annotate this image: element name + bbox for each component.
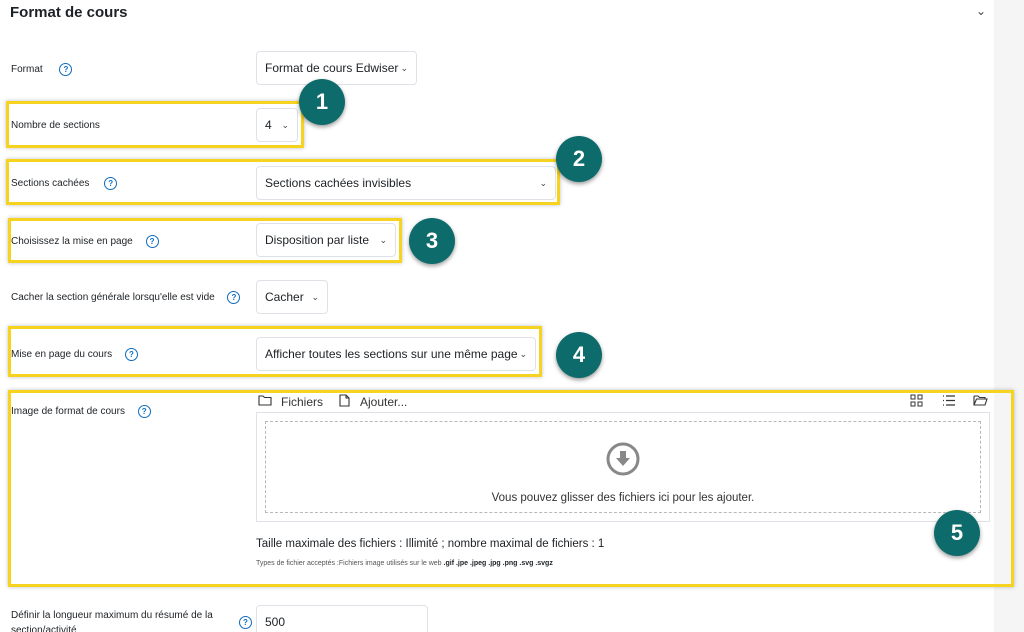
- hide-general-label-text: Cacher la section générale lorsqu'elle e…: [11, 292, 215, 304]
- highlight-frame: [8, 218, 402, 263]
- section-title: Format de cours: [10, 4, 128, 21]
- step-badge-1: 1: [299, 79, 345, 125]
- summary-length-input[interactable]: 500: [256, 605, 428, 632]
- format-select[interactable]: Format de cours Edwiser ⌄: [256, 51, 417, 85]
- highlight-frame: [6, 159, 560, 205]
- highlight-frame: [6, 101, 304, 148]
- format-select-value: Format de cours Edwiser: [265, 61, 399, 75]
- help-icon[interactable]: ?: [239, 616, 252, 629]
- step-badge-5: 5: [934, 510, 980, 556]
- chevron-down-icon: ⌄: [311, 292, 319, 302]
- summary-length-label: Définir la longueur maximum du résumé de…: [11, 608, 213, 632]
- chevron-down-icon: ⌄: [400, 63, 408, 73]
- highlight-frame: [8, 326, 542, 377]
- hide-general-label: Cacher la section générale lorsqu'elle e…: [11, 291, 241, 304]
- step-badge-2: 2: [556, 136, 602, 182]
- summary-length-label-line2: section/activité: [11, 625, 77, 632]
- step-badge-3: 3: [409, 218, 455, 264]
- help-icon[interactable]: ?: [227, 291, 241, 304]
- highlight-frame: [8, 390, 1014, 587]
- hide-general-select-value: Cacher: [265, 290, 304, 304]
- page: Format de cours ⌄ Format ? Format de cou…: [0, 0, 1024, 632]
- step-badge-4: 4: [556, 332, 602, 378]
- format-label-text: Format: [11, 64, 43, 76]
- hide-general-select[interactable]: Cacher ⌄: [256, 280, 328, 314]
- help-icon[interactable]: ?: [59, 63, 73, 76]
- format-label: Format ?: [11, 63, 73, 76]
- summary-length-label-line1: Définir la longueur maximum du résumé de…: [11, 610, 213, 621]
- chevron-down-icon[interactable]: ⌄: [976, 4, 986, 18]
